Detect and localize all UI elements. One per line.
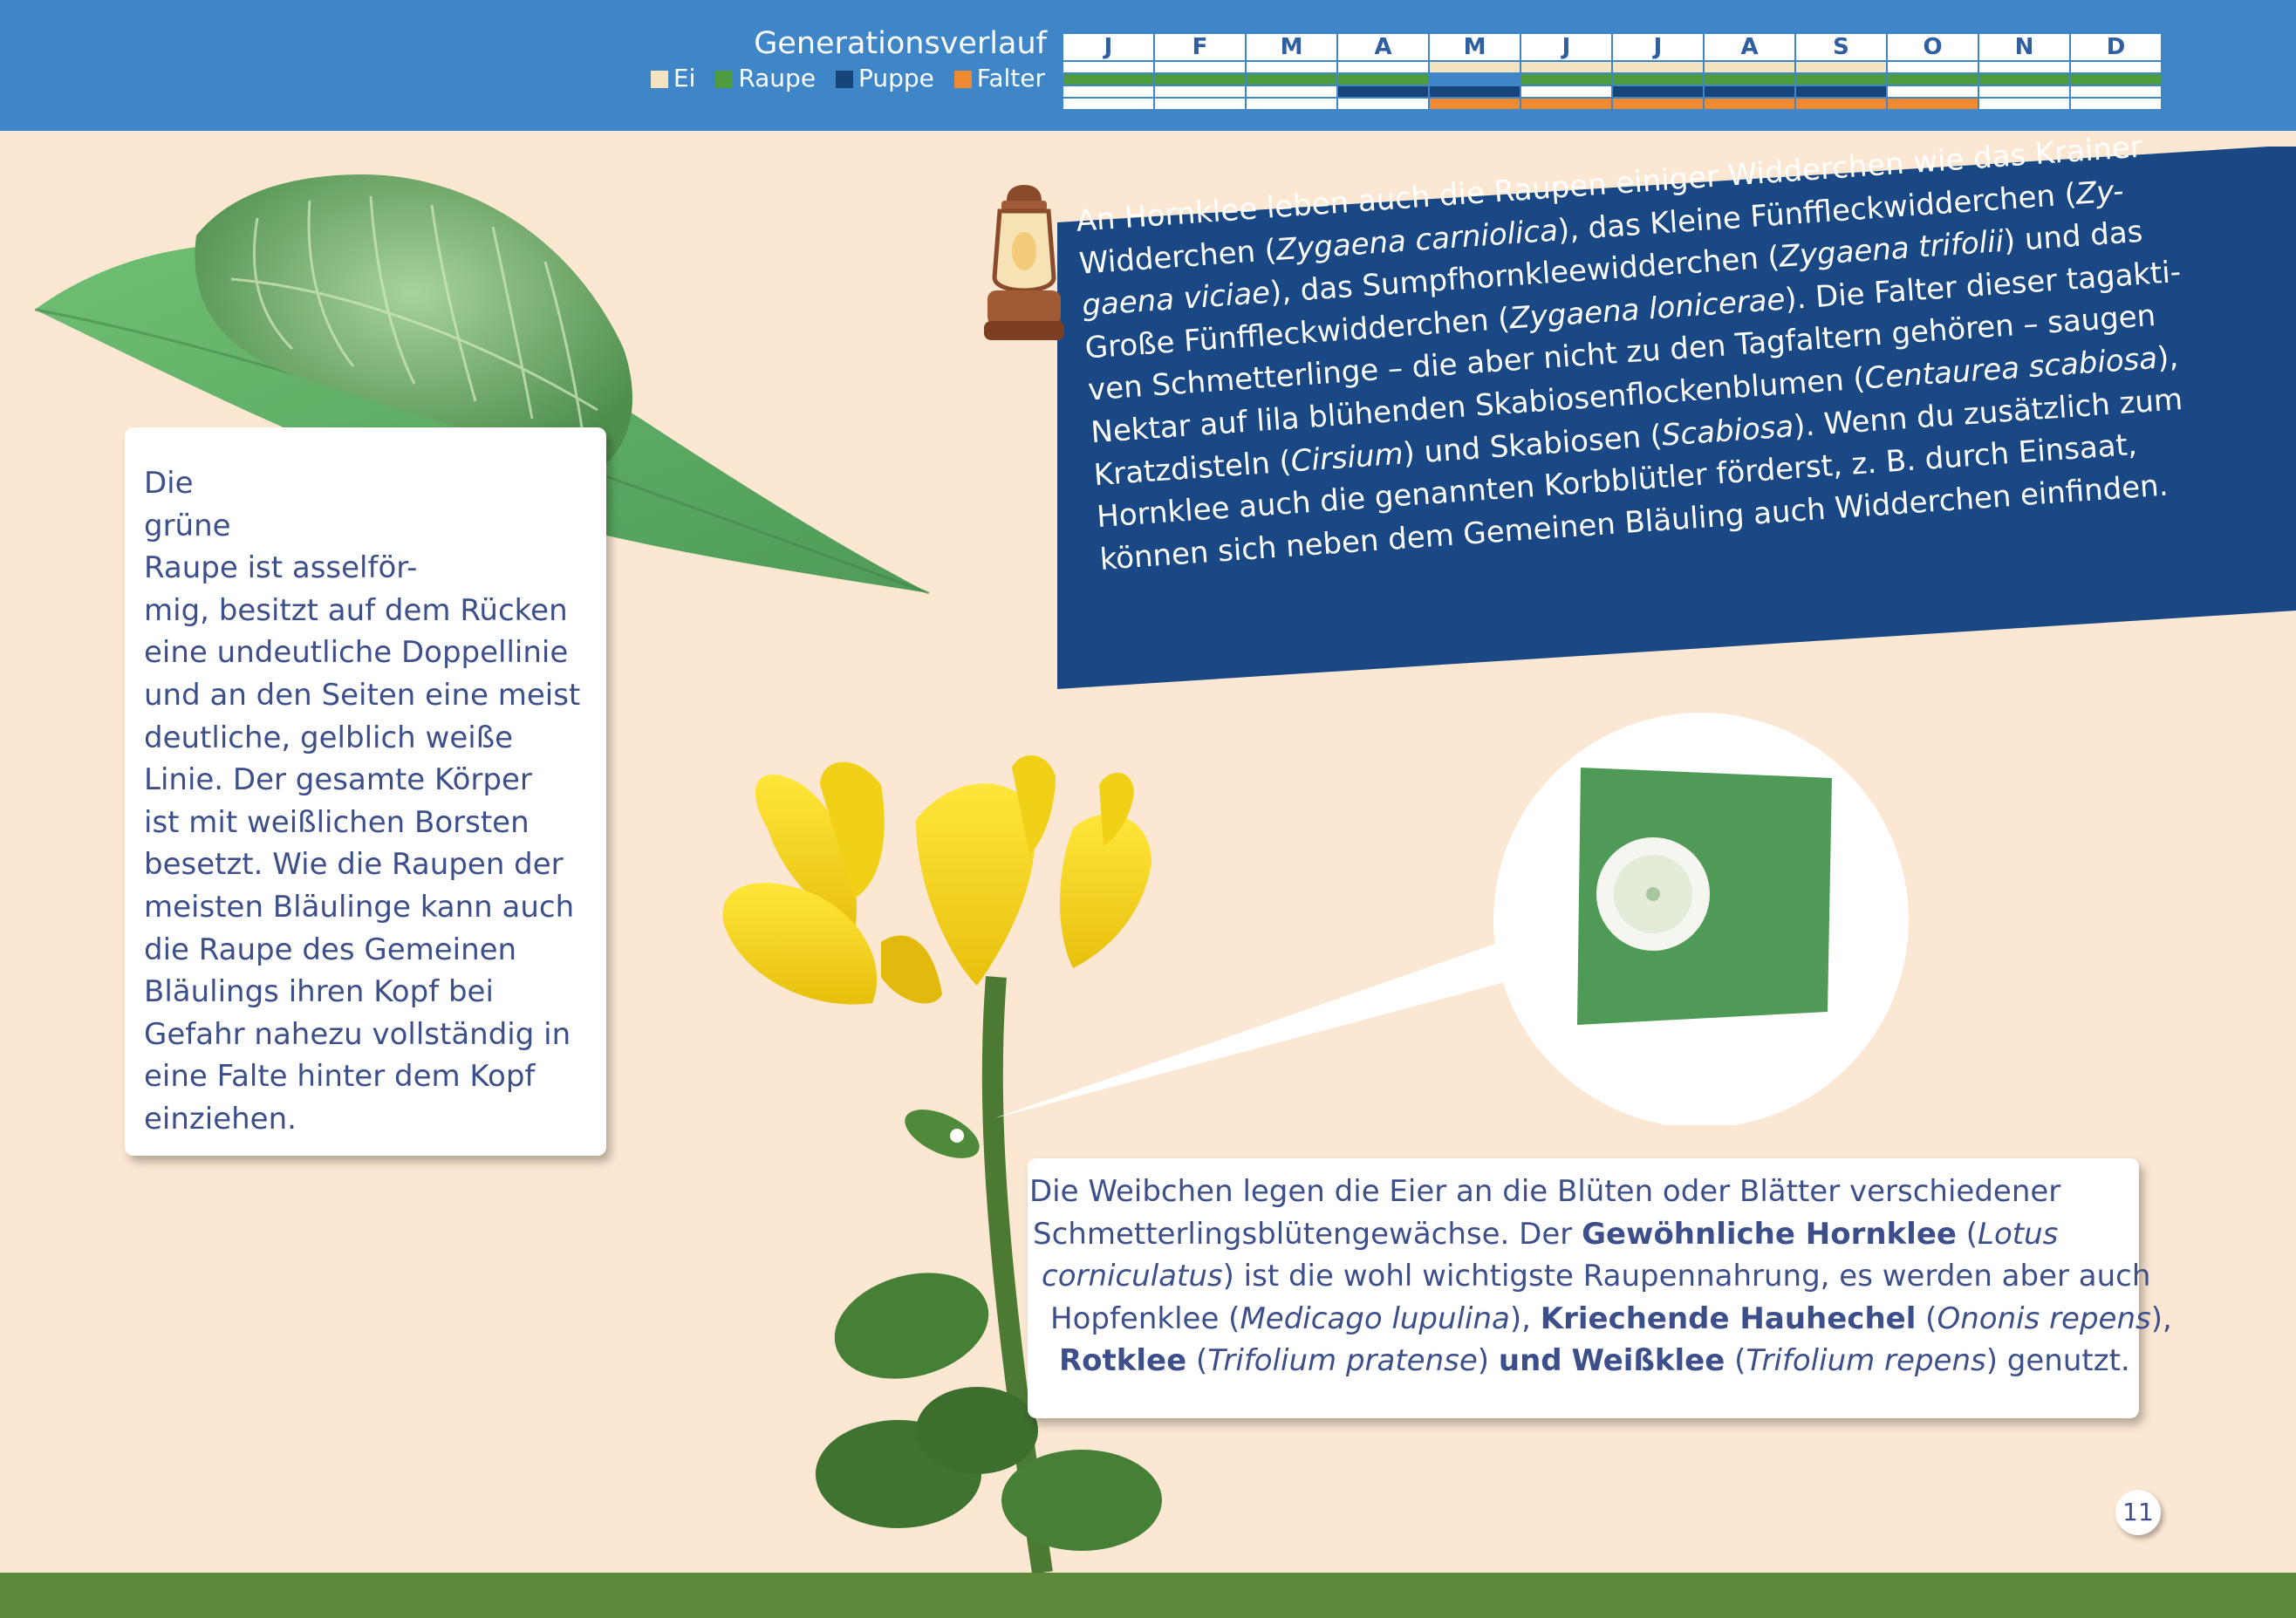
small-leaf [898,1100,987,1169]
plant-name: Kriechende Hauhechel [1541,1301,1917,1336]
egg-center [1646,887,1660,901]
species-name: Trifolium pratense [1207,1343,1478,1378]
plant-name: Gewöhnliche Hornklee [1582,1217,1957,1252]
egg-line: Schmetterlingsblütengewächse. Der Gewöhn… [1028,1213,2135,1256]
egg-text-part: ( [1186,1343,1207,1378]
species-name: Trifolium repens [1746,1343,1985,1378]
petal [916,783,1035,986]
footer-bar [0,1573,2296,1618]
species-name: Lotus [1978,1217,2058,1252]
egg-text-part: ) [1478,1343,1499,1378]
leaf [1001,1450,1162,1551]
flower-center [881,936,942,1004]
plant-name: Rotklee [1059,1343,1186,1378]
egg-line: corniculatus) ist die wohl wichtigste Ra… [1028,1255,2135,1298]
egg-line: Rotklee (Trifolium pratense) und Weißkle… [1028,1340,2135,1382]
egg-text-part: ( [1957,1217,1978,1252]
species-name: Ononis repens [1937,1301,2150,1336]
egg-text-part: ), [2151,1301,2172,1336]
egg-description: Die Weibchen legen die Eier an die Blüte… [1028,1171,2135,1382]
leaf [823,1257,1001,1396]
egg-text-part: ( [1725,1343,1746,1378]
egg-text-part: Schmetterlingsblütengewächse. Der [1033,1217,1582,1252]
species-name: corniculatus [1042,1259,1223,1294]
callout-pointer [994,942,1531,1118]
egg-text-part [1562,1343,1572,1378]
egg-magnifier [1466,707,1928,1125]
egg-text-part: ) ist die wohl wichtigste Raupennahrung,… [1223,1259,2151,1294]
egg-text-part: ( [1916,1301,1937,1336]
species-name: Medicago lupulina [1240,1301,1509,1336]
egg-line: Die Weibchen legen die Eier an die Blüte… [1028,1171,2135,1213]
egg-text-part: ) genutzt. [1986,1343,2130,1378]
egg-dot [950,1129,964,1143]
egg-text-part: Die Weibchen legen die Eier an die Blüte… [1029,1174,2060,1209]
egg-text-part: Hopfenklee ( [1050,1301,1240,1336]
page-number: 11 [2115,1490,2161,1535]
egg-text-part: ), [1510,1301,1541,1336]
leaf [916,1387,1038,1474]
plant-name: Weißklee [1571,1343,1725,1378]
egg-text-part: und [1499,1343,1562,1378]
egg-line: Hopfenklee (Medicago lupulina), Kriechen… [1028,1298,2135,1341]
